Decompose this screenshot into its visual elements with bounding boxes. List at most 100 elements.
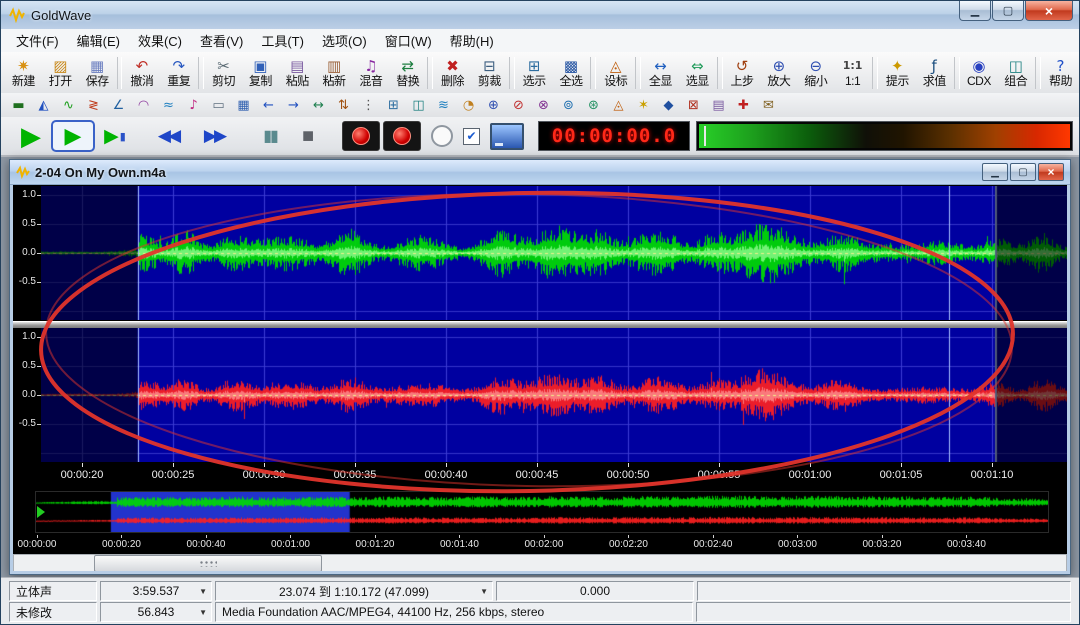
overview-strip[interactable] [35, 491, 1049, 533]
toolbar-help-button[interactable]: ?帮助 [1042, 54, 1079, 92]
toolbar-redo-button[interactable]: ↷重复 [160, 54, 197, 92]
waveform-left-channel[interactable] [41, 186, 1067, 320]
menu-options[interactable]: 选项(O) [313, 29, 376, 52]
effect-button-30[interactable]: ✚ [731, 95, 756, 116]
stop-button[interactable]: ■ [289, 120, 327, 152]
effect-button-9[interactable]: ▭ [206, 95, 231, 116]
effect-button-18[interactable]: ≋ [431, 95, 456, 116]
toolbar-copy-button[interactable]: ▣复制 [242, 54, 279, 92]
effect-button-2[interactable]: ◭ [31, 95, 56, 116]
effect-button-27[interactable]: ◆ [656, 95, 681, 116]
effect-button-23[interactable]: ⊚ [556, 95, 581, 116]
toolbar-new-button[interactable]: ✷新建 [5, 54, 42, 92]
effect-button-25[interactable]: ◬ [606, 95, 631, 116]
overview-play-marker-icon [37, 506, 45, 518]
effect-button-13[interactable]: ↔ [306, 95, 331, 116]
maximize-button[interactable]: ▢ [992, 1, 1024, 21]
toolbar-open-button[interactable]: ▨打开 [42, 54, 79, 92]
effect-button-10[interactable]: ▦ [231, 95, 256, 116]
effect-button-7[interactable]: ≈ [156, 95, 181, 116]
toolbar-delete-button[interactable]: ✖删除 [434, 54, 471, 92]
toolbar-zoom-1-1-button[interactable]: 1:11:1 [834, 54, 871, 92]
menu-view[interactable]: 查看(V) [191, 29, 252, 52]
effect-button-3[interactable]: ∿ [56, 95, 81, 116]
toolbar-join-button[interactable]: ◫组合 [997, 54, 1034, 92]
effect-button-5[interactable]: ∠ [106, 95, 131, 116]
title-bar[interactable]: GoldWave ▁ ▢ × [1, 1, 1079, 30]
effect-icon-26: ✶ [638, 98, 649, 113]
rewind-icon: ◀◀ [158, 126, 178, 146]
effect-button-6[interactable]: ◠ [131, 95, 156, 116]
toolbar-undo-button[interactable]: ↶撤消 [123, 54, 160, 92]
toolbar-mix-button[interactable]: ♫混音 [352, 54, 389, 92]
record-2-button[interactable] [383, 121, 421, 151]
menu-edit[interactable]: 编辑(E) [68, 29, 129, 52]
status-position-value[interactable]: 56.843▼ [100, 602, 212, 622]
menu-effect[interactable]: 效果(C) [129, 29, 191, 52]
status-selection-range[interactable]: 23.074 到 1:10.172 (47.099)▼ [215, 581, 493, 601]
effect-button-14[interactable]: ⇅ [331, 95, 356, 116]
effect-button-28[interactable]: ⊠ [681, 95, 706, 116]
toolbar-expression-evaluator-button[interactable]: ƒ求值 [916, 54, 953, 92]
fast-forward-button[interactable]: ▶▶ [191, 120, 237, 152]
effect-button-24[interactable]: ⊛ [581, 95, 606, 116]
toolbar-save-button[interactable]: ▦保存 [79, 54, 116, 92]
effect-button-31[interactable]: ✉ [756, 95, 781, 116]
scrollbar-thumb[interactable] [94, 555, 322, 571]
effect-button-19[interactable]: ◔ [456, 95, 481, 116]
close-button[interactable]: × [1025, 1, 1073, 21]
overview-waveform[interactable] [36, 492, 1048, 532]
effect-button-11[interactable]: ← [256, 95, 281, 116]
toolbar-show-selection-button[interactable]: ⇔选显 [679, 54, 716, 92]
waveform-right-channel[interactable] [41, 328, 1067, 462]
toolbar-previous-zoom-button[interactable]: ↺上步 [724, 54, 761, 92]
effect-button-1[interactable]: ▬ [6, 95, 31, 116]
toolbar-select-all-button[interactable]: ▩全选 [553, 54, 590, 92]
effect-button-8[interactable]: ♪ [181, 95, 206, 116]
effect-button-16[interactable]: ⊞ [381, 95, 406, 116]
child-close-button[interactable]: × [1038, 163, 1064, 181]
child-minimize-button[interactable]: ▁ [982, 163, 1008, 181]
record-button[interactable] [342, 121, 380, 151]
toolbar-zoom-in-button[interactable]: ⊕放大 [760, 54, 797, 92]
toolbar-paste-button[interactable]: ▤粘贴 [279, 54, 316, 92]
toolbar-paste-new-button[interactable]: ▥粘新 [316, 54, 353, 92]
effect-button-15[interactable]: ⋮ [356, 95, 381, 116]
play-button[interactable]: ▶ [11, 120, 51, 152]
toolbar-select-view-button[interactable]: ⊞选示 [516, 54, 553, 92]
toolbar-zoom-out-button[interactable]: ⊖缩小 [797, 54, 834, 92]
child-restore-button[interactable]: ▢ [1010, 163, 1036, 181]
toolbar-hints-button[interactable]: ✦提示 [879, 54, 916, 92]
menu-help[interactable]: 帮助(H) [441, 29, 503, 52]
toolbar-trim-button[interactable]: ⊟剪裁 [471, 54, 508, 92]
effect-button-20[interactable]: ⊕ [481, 95, 506, 116]
effect-button-17[interactable]: ◫ [406, 95, 431, 116]
monitor-checkbox[interactable]: ✔ [463, 128, 480, 145]
toolbar-set-marker-button[interactable]: ◬设标 [597, 54, 634, 92]
effect-button-12[interactable]: → [281, 95, 306, 116]
menu-tool[interactable]: 工具(T) [252, 29, 313, 52]
menu-window[interactable]: 窗口(W) [376, 29, 441, 52]
sound-window-title: 2-04 On My Own.m4a [35, 165, 166, 180]
toolbar-show-all-button[interactable]: ↔全显 [642, 54, 679, 92]
effect-button-26[interactable]: ✶ [631, 95, 656, 116]
play-fast-button[interactable]: ▶▮ [95, 120, 135, 152]
device-controls-button[interactable] [490, 123, 524, 150]
effect-button-4[interactable]: ≷ [81, 95, 106, 116]
effect-button-29[interactable]: ▤ [706, 95, 731, 116]
toolbar-cut-button[interactable]: ✂剪切 [205, 54, 242, 92]
minimize-button[interactable]: ▁ [959, 1, 991, 21]
sound-window-title-bar[interactable]: 2-04 On My Own.m4a ▁ ▢ × [10, 160, 1070, 185]
status-total-length[interactable]: 3:59.537▼ [100, 581, 212, 601]
toolbar-replace-button[interactable]: ⇄替换 [389, 54, 426, 92]
record-mode-button[interactable] [431, 125, 453, 147]
toolbar-cdx-button[interactable]: ◉CDX [961, 54, 998, 92]
overview-tick [628, 535, 629, 538]
menu-file[interactable]: 文件(F) [7, 29, 68, 52]
horizontal-scrollbar[interactable] [13, 554, 1067, 571]
pause-button[interactable]: ▮▮ [251, 120, 289, 152]
rewind-button[interactable]: ◀◀ [145, 120, 191, 152]
effect-button-22[interactable]: ⊗ [531, 95, 556, 116]
effect-button-21[interactable]: ⊘ [506, 95, 531, 116]
play-selection-button[interactable]: ▶ [51, 120, 95, 152]
